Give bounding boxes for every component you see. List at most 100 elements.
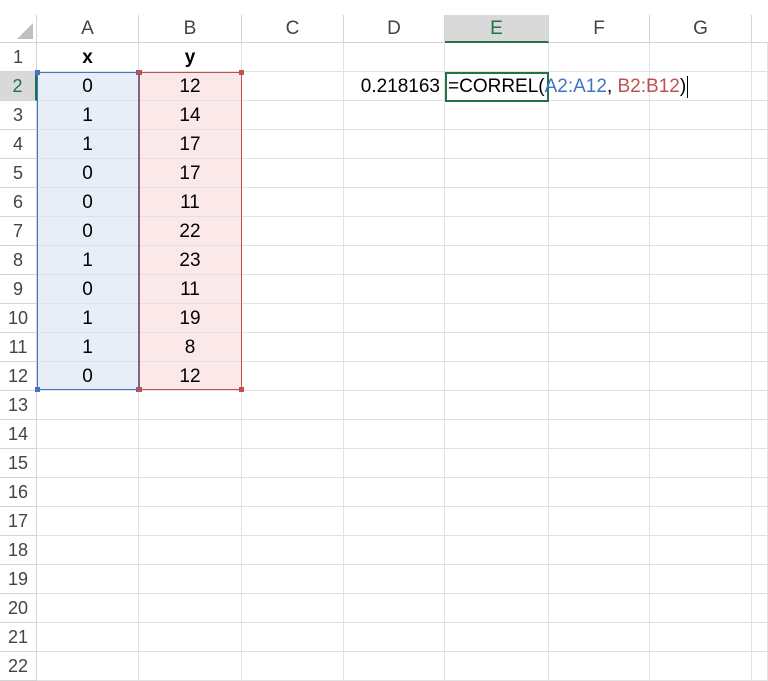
empty-cell[interactable] (752, 217, 768, 246)
row-header-8[interactable]: 8 (0, 246, 37, 275)
empty-cell[interactable] (344, 43, 445, 72)
cell-a8[interactable]: 1 (37, 246, 139, 275)
row-header-16[interactable]: 16 (0, 478, 37, 507)
empty-cell[interactable] (549, 101, 650, 130)
empty-cell[interactable] (344, 391, 445, 420)
cell-a5[interactable]: 0 (37, 159, 139, 188)
empty-cell[interactable] (650, 478, 752, 507)
empty-cell[interactable] (650, 333, 752, 362)
empty-cell[interactable] (549, 652, 650, 681)
empty-cell[interactable] (445, 594, 549, 623)
empty-cell[interactable] (242, 623, 344, 652)
column-header-f[interactable]: F (549, 15, 650, 42)
empty-cell[interactable] (344, 420, 445, 449)
row-header-21[interactable]: 21 (0, 623, 37, 652)
cell-d2[interactable]: 0.218163 (344, 72, 445, 101)
row-header-2[interactable]: 2 (0, 72, 37, 101)
row-header-15[interactable]: 15 (0, 449, 37, 478)
empty-cell[interactable] (242, 652, 344, 681)
empty-cell[interactable] (752, 188, 768, 217)
cell-b11[interactable]: 8 (139, 333, 242, 362)
cell-b12[interactable]: 12 (139, 362, 242, 391)
empty-cell[interactable] (37, 594, 139, 623)
empty-cell[interactable] (549, 304, 650, 333)
empty-cell[interactable] (37, 478, 139, 507)
empty-cell[interactable] (549, 188, 650, 217)
empty-cell[interactable] (37, 536, 139, 565)
empty-cell[interactable] (242, 304, 344, 333)
empty-cell[interactable] (344, 594, 445, 623)
row-header-22[interactable]: 22 (0, 652, 37, 681)
cell-b7[interactable]: 22 (139, 217, 242, 246)
empty-cell[interactable] (139, 652, 242, 681)
empty-cell[interactable] (445, 652, 549, 681)
empty-cell[interactable] (139, 391, 242, 420)
empty-cell[interactable] (549, 362, 650, 391)
empty-cell[interactable] (139, 623, 242, 652)
empty-cell[interactable] (242, 188, 344, 217)
empty-cell[interactable] (242, 246, 344, 275)
empty-cell[interactable] (752, 652, 768, 681)
empty-cell[interactable] (242, 594, 344, 623)
empty-cell[interactable] (344, 188, 445, 217)
cell-b1[interactable]: y (139, 43, 242, 72)
empty-cell[interactable] (650, 536, 752, 565)
empty-cell[interactable] (242, 478, 344, 507)
empty-cell[interactable] (650, 652, 752, 681)
cell-b8[interactable]: 23 (139, 246, 242, 275)
empty-cell[interactable] (242, 130, 344, 159)
cell-a10[interactable]: 1 (37, 304, 139, 333)
empty-cell[interactable] (650, 43, 752, 72)
empty-cell[interactable] (242, 101, 344, 130)
empty-cell[interactable] (242, 362, 344, 391)
empty-cell[interactable] (344, 246, 445, 275)
row-header-1[interactable]: 1 (0, 43, 37, 72)
column-header-c[interactable]: C (242, 15, 344, 42)
cell-b4[interactable]: 17 (139, 130, 242, 159)
empty-cell[interactable] (650, 594, 752, 623)
empty-cell[interactable] (650, 362, 752, 391)
empty-cell[interactable] (445, 159, 549, 188)
row-header-10[interactable]: 10 (0, 304, 37, 333)
empty-cell[interactable] (242, 333, 344, 362)
empty-cell[interactable] (650, 101, 752, 130)
empty-cell[interactable] (650, 391, 752, 420)
empty-cell[interactable] (650, 188, 752, 217)
empty-cell[interactable] (752, 43, 768, 72)
empty-cell[interactable] (445, 275, 549, 304)
empty-cell[interactable] (650, 246, 752, 275)
empty-cell[interactable] (752, 478, 768, 507)
empty-cell[interactable] (445, 420, 549, 449)
empty-cell[interactable] (242, 507, 344, 536)
cell-b10[interactable]: 19 (139, 304, 242, 333)
empty-cell[interactable] (37, 449, 139, 478)
empty-cell[interactable] (549, 217, 650, 246)
empty-cell[interactable] (549, 391, 650, 420)
empty-cell[interactable] (650, 275, 752, 304)
empty-cell[interactable] (445, 188, 549, 217)
empty-cell[interactable] (752, 623, 768, 652)
empty-cell[interactable] (650, 507, 752, 536)
empty-cell[interactable] (549, 623, 650, 652)
empty-cell[interactable] (549, 507, 650, 536)
column-header-d[interactable]: D (344, 15, 445, 42)
empty-cell[interactable] (752, 391, 768, 420)
empty-cell[interactable] (445, 43, 549, 72)
empty-cell[interactable] (752, 275, 768, 304)
empty-cell[interactable] (445, 391, 549, 420)
row-header-4[interactable]: 4 (0, 130, 37, 159)
empty-cell[interactable] (650, 420, 752, 449)
empty-cell[interactable] (139, 594, 242, 623)
cell-b6[interactable]: 11 (139, 188, 242, 217)
empty-cell[interactable] (344, 333, 445, 362)
column-header-e[interactable]: E (445, 15, 549, 43)
empty-cell[interactable] (752, 565, 768, 594)
empty-cell[interactable] (445, 362, 549, 391)
empty-cell[interactable] (344, 478, 445, 507)
cell-a4[interactable]: 1 (37, 130, 139, 159)
column-header-overflow[interactable] (752, 15, 768, 42)
empty-cell[interactable] (242, 275, 344, 304)
empty-cell[interactable] (650, 449, 752, 478)
empty-cell[interactable] (445, 304, 549, 333)
empty-cell[interactable] (139, 507, 242, 536)
